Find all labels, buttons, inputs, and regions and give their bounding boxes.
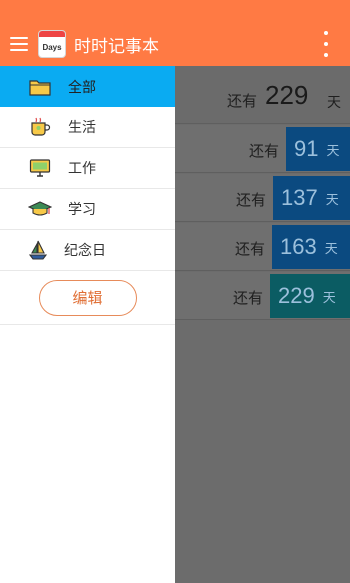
status-bar [0, 0, 350, 22]
days-badge: 163 天 [272, 225, 350, 269]
days-badge: 137 天 [273, 176, 350, 220]
list-item[interactable]: 还有 229 天 [175, 66, 350, 124]
row-unit: 天 [327, 95, 341, 111]
row-days: 91 [294, 136, 319, 161]
drawer-item-label: 全部 [68, 79, 96, 96]
row-prefix: 还有 [249, 142, 280, 160]
drawer-item-label: 工作 [68, 161, 96, 177]
row-days: 163 [280, 234, 317, 259]
row-unit: 天 [322, 289, 336, 305]
drawer-item-life[interactable]: 生活 [0, 107, 175, 148]
edit-container: 编辑 [0, 271, 175, 325]
app-title: 时时记事本 [74, 36, 159, 57]
coffee-cup-icon [28, 115, 52, 139]
navigation-drawer: 全部 生活 工作 学习 纪念日 编辑 [0, 66, 175, 583]
app-logo: Days [38, 30, 66, 58]
row-prefix: 还有 [233, 289, 264, 307]
graduation-cap-icon [28, 197, 52, 221]
countdown-list: 还有 229 天 还有 91 天 还有 137 天 还有 163 天 还有 22… [175, 66, 350, 321]
more-options-icon[interactable] [322, 31, 330, 57]
drawer-item-label: 纪念日 [64, 243, 106, 259]
row-unit: 天 [324, 240, 338, 256]
menu-icon[interactable] [2, 22, 36, 66]
row-prefix: 还有 [236, 191, 267, 209]
days-badge: 91 天 [286, 127, 350, 171]
folder-icon [28, 75, 52, 99]
monitor-icon [28, 156, 52, 180]
drawer-item-anniversary[interactable]: 纪念日 [0, 230, 175, 271]
drawer-item-work[interactable]: 工作 [0, 148, 175, 189]
list-item[interactable]: 还有 163 天 [175, 223, 350, 271]
app-bar: Days 时时记事本 [0, 22, 350, 66]
list-item[interactable]: 还有 137 天 [175, 174, 350, 222]
row-days: 229 [278, 283, 315, 308]
drawer-item-label: 生活 [68, 120, 96, 136]
row-days: 137 [281, 185, 318, 210]
days-badge: 229 天 [270, 274, 350, 318]
row-prefix: 还有 [227, 92, 258, 110]
sailboat-icon [26, 238, 50, 262]
drawer-item-label: 学习 [68, 202, 96, 218]
edit-button[interactable]: 编辑 [38, 279, 137, 316]
list-item[interactable]: 还有 229 天 [175, 272, 350, 320]
logo-text: Days [42, 42, 62, 52]
row-unit: 天 [325, 191, 339, 207]
row-days: 229 [265, 80, 309, 110]
list-item[interactable]: 还有 91 天 [175, 125, 350, 173]
row-unit: 天 [326, 142, 340, 158]
drawer-item-all[interactable]: 全部 [0, 66, 175, 107]
row-prefix: 还有 [235, 240, 266, 258]
drawer-item-study[interactable]: 学习 [0, 189, 175, 230]
